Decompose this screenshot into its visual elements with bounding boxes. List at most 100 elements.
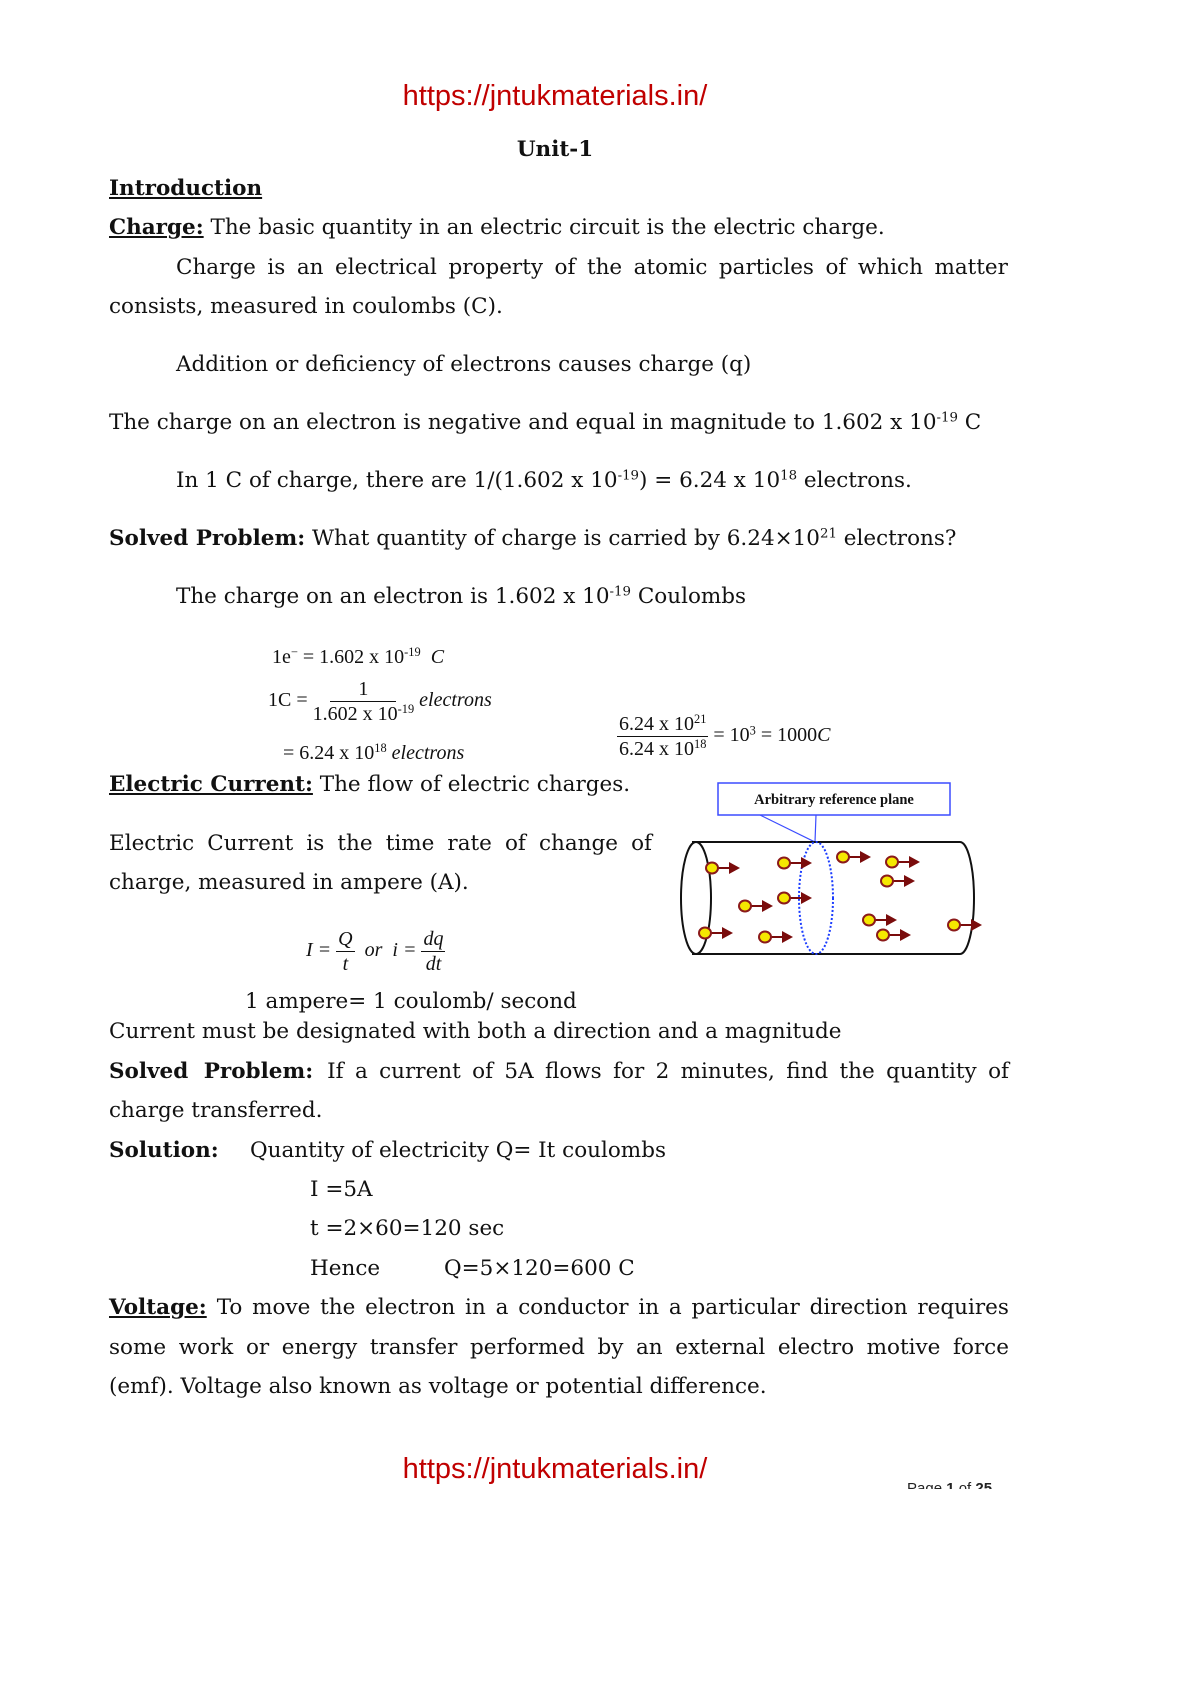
- arrow-head-icon: [729, 862, 740, 874]
- equation-electron-charge: 1e− = 1.602 x 10-19 C: [272, 646, 444, 669]
- exponent: 18: [694, 737, 707, 752]
- callout-label: Arbitrary reference plane: [754, 792, 914, 808]
- charge-para-line1: Charge is an electrical property of the atomic p…: [176, 255, 1008, 280]
- word: electro: [777, 1335, 855, 1360]
- electron-charge-text: The charge on an electron is negative an…: [109, 410, 937, 435]
- exponent: -19: [609, 584, 631, 600]
- solved-problem-1-question: Solved Problem: What quantity of charge …: [109, 526, 956, 551]
- conductor-right-end: [959, 841, 975, 955]
- word: the: [839, 1059, 875, 1084]
- exponent: -19: [617, 468, 640, 484]
- word: a: [354, 1059, 368, 1084]
- equation-quantity-of-charge: 6.24 x 1021 6.24 x 1018 = 103 = 1000C: [617, 713, 831, 760]
- word: performed: [470, 1335, 585, 1360]
- electron-dot: [705, 861, 719, 875]
- word: transfer: [369, 1335, 458, 1360]
- denominator: 6.24 x 1018: [619, 737, 706, 760]
- electron-dot: [862, 913, 876, 927]
- charge-definition-text: The basic quantity in an electric circui…: [203, 215, 885, 240]
- word: is: [267, 255, 286, 280]
- electron-dot: [777, 856, 791, 870]
- numerator: 1: [330, 678, 397, 702]
- word: time: [385, 831, 435, 856]
- solved-problem-2-line2: charge transferred.: [109, 1098, 323, 1123]
- electron: [885, 855, 920, 869]
- word: Charge: [176, 255, 256, 280]
- word: particles: [718, 255, 814, 280]
- header-url[interactable]: https://jntukmaterials.in/: [0, 80, 1110, 113]
- word: in: [638, 1295, 660, 1320]
- solution-step-hence-label: Hence: [310, 1256, 381, 1281]
- one-coulomb-statement: In 1 C of charge, there are 1/(1.602 x 1…: [176, 468, 912, 493]
- unit: C: [957, 410, 982, 435]
- word: which: [857, 255, 923, 280]
- arrow-head-icon: [782, 931, 793, 943]
- equation-result-electrons: = 6.24 x 1018 electrons: [283, 742, 464, 765]
- word: of: [504, 831, 526, 856]
- electron-dot: [876, 928, 890, 942]
- electron-dot: [947, 918, 961, 932]
- denominator: 1.602 x 10-19: [313, 702, 415, 725]
- unit: C: [430, 646, 445, 668]
- unit: electrons: [419, 689, 492, 712]
- exponent: 18: [780, 468, 798, 484]
- solution-text: Quantity of electricity Q= It coulombs: [250, 1138, 666, 1163]
- exponent: -19: [936, 410, 958, 426]
- text: The flow of electric charges.: [312, 772, 631, 797]
- word: electrical: [335, 255, 437, 280]
- conductor-diagram: Arbitrary reference plane: [680, 782, 982, 955]
- text: What quantity of charge is carried by 6.…: [305, 526, 820, 551]
- arrow-head-icon: [801, 857, 812, 869]
- electron-charge-statement: The charge on an electron is negative an…: [109, 410, 981, 435]
- text: Coulombs: [631, 584, 747, 609]
- electric-current-label: Electric Current:: [109, 772, 313, 797]
- text: I =: [306, 939, 337, 962]
- word: in: [465, 1295, 486, 1320]
- word: conductor: [518, 1295, 629, 1320]
- word: minutes,: [680, 1059, 775, 1084]
- text: 6.24 x 10: [619, 738, 694, 760]
- exponent: 21: [820, 526, 837, 542]
- text: ) = 6.24 x 10: [639, 468, 781, 493]
- word: rate: [447, 831, 492, 856]
- unit-title: Unit-1: [516, 137, 594, 162]
- text: The charge on an electron is 1.602 x 10: [176, 584, 610, 609]
- exponent: -19: [404, 645, 421, 660]
- solved-problem-label: Solved Problem:: [109, 526, 306, 551]
- electron-dot: [738, 899, 752, 913]
- electron: [705, 861, 740, 875]
- electron: [876, 928, 911, 942]
- electron-dot: [698, 926, 712, 940]
- solution-step-result: Q=5×120=600 C: [444, 1256, 635, 1281]
- page-number: 1: [946, 1480, 955, 1489]
- unit: electrons: [391, 742, 465, 764]
- arrow-head-icon: [860, 851, 871, 863]
- fraction: 6.24 x 1021 6.24 x 1018: [617, 713, 709, 760]
- word: electron: [365, 1295, 456, 1320]
- voltage-line3: (emf). Voltage also known as voltage or …: [109, 1374, 767, 1399]
- text: electrons.: [797, 468, 912, 493]
- word: atomic: [633, 255, 708, 280]
- word: requires: [917, 1295, 1009, 1320]
- denominator: t: [342, 953, 349, 975]
- word: Current: [207, 831, 294, 856]
- question-words: If a current of 5A flows for 2 minutes, find the qu…: [327, 1059, 1009, 1084]
- ampere-definition: 1 ampere= 1 coulomb/ second: [245, 989, 577, 1014]
- word: To: [216, 1295, 243, 1320]
- word: current: [379, 1059, 461, 1084]
- charge-addition: Addition or deficiency of electrons caus…: [176, 352, 752, 377]
- word: or: [245, 1335, 270, 1360]
- solution-label: Solution:: [109, 1138, 219, 1163]
- electron: [738, 899, 773, 913]
- current-designation: Current must be designated with both a d…: [109, 1019, 842, 1044]
- electron-dot: [885, 855, 899, 869]
- voltage-label: Voltage:: [109, 1295, 207, 1320]
- electron: [758, 930, 793, 944]
- of-label: of: [954, 1480, 976, 1489]
- word: property: [448, 255, 543, 280]
- solution-step-current: I =5A: [310, 1177, 373, 1202]
- unit: C: [817, 724, 831, 747]
- word: the: [586, 255, 623, 280]
- word: the: [320, 1295, 356, 1320]
- word: of: [554, 255, 576, 280]
